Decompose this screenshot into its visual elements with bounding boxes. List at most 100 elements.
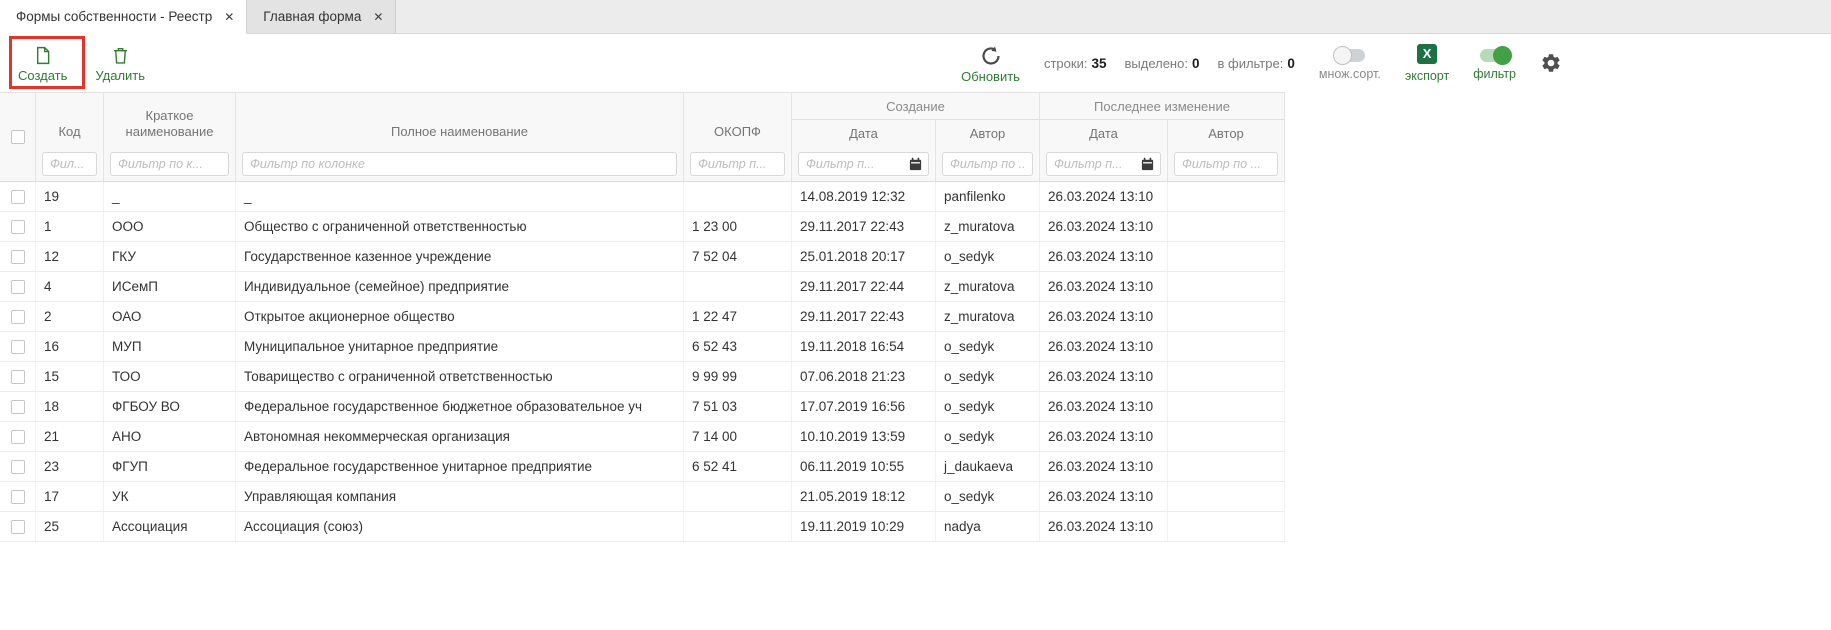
row-checkbox[interactable] bbox=[11, 400, 25, 414]
delete-button[interactable]: Удалить bbox=[95, 45, 145, 82]
table-row[interactable]: 17 УК Управляющая компания 21.05.2019 18… bbox=[0, 482, 1285, 512]
cell-modified-date: 26.03.2024 13:10 bbox=[1040, 512, 1168, 541]
cell-okopf: 6 52 41 bbox=[684, 452, 792, 481]
cell-kod: 17 bbox=[36, 482, 104, 511]
select-all-cell bbox=[0, 93, 36, 181]
column-header-short-name[interactable]: Краткое наименование bbox=[104, 93, 236, 146]
tab-label: Формы собственности - Реестр bbox=[16, 9, 212, 24]
cell-created-date: 29.11.2017 22:43 bbox=[792, 302, 936, 331]
row-checkbox[interactable] bbox=[11, 310, 25, 324]
column-header-label: Полное наименование bbox=[391, 124, 528, 140]
delete-button-label: Удалить bbox=[95, 69, 145, 82]
column-header-full-name[interactable]: Полное наименование bbox=[236, 93, 684, 146]
export-label: экспорт bbox=[1405, 70, 1449, 83]
tab-forms-registry[interactable]: Формы собственности - Реестр ✕ bbox=[0, 0, 247, 34]
filter-input-created-author[interactable] bbox=[942, 152, 1033, 176]
cell-full-name: Ассоциация (союз) bbox=[236, 512, 684, 541]
column-header-label: Краткое наименование bbox=[114, 108, 225, 141]
column-header-label: ОКОПФ bbox=[714, 124, 761, 140]
column-header-created-date[interactable]: Дата bbox=[792, 120, 936, 146]
app-window: Формы собственности - Реестр ✕ Главная ф… bbox=[0, 0, 1831, 542]
cell-modified-date: 26.03.2024 13:10 bbox=[1040, 482, 1168, 511]
tab-main-form[interactable]: Главная форма ✕ bbox=[247, 0, 396, 33]
column-header-kod[interactable]: Код bbox=[36, 93, 104, 146]
cell-modified-date: 26.03.2024 13:10 bbox=[1040, 452, 1168, 481]
cell-modified-author bbox=[1168, 392, 1285, 421]
cell-created-date: 21.05.2019 18:12 bbox=[792, 482, 936, 511]
refresh-button[interactable]: Обновить bbox=[961, 44, 1020, 83]
cell-created-date: 17.07.2019 16:56 bbox=[792, 392, 936, 421]
cell-okopf: 7 51 03 bbox=[684, 392, 792, 421]
multisort-control: множ.сорт. bbox=[1319, 46, 1381, 81]
cell-full-name: _ bbox=[236, 182, 684, 211]
filter-input-okopf[interactable] bbox=[690, 152, 785, 176]
cell-kod: 4 bbox=[36, 272, 104, 301]
cell-modified-author bbox=[1168, 182, 1285, 211]
table-row[interactable]: 2 ОАО Открытое акционерное общество 1 22… bbox=[0, 302, 1285, 332]
column-header-modified-date[interactable]: Дата bbox=[1040, 120, 1168, 146]
table-row[interactable]: 21 АНО Автономная некоммерческая организ… bbox=[0, 422, 1285, 452]
cell-kod: 19 bbox=[36, 182, 104, 211]
cell-created-date: 07.06.2018 21:23 bbox=[792, 362, 936, 391]
selected-counter-label: выделено: bbox=[1124, 56, 1187, 71]
cell-okopf bbox=[684, 272, 792, 301]
close-icon[interactable]: ✕ bbox=[373, 11, 383, 23]
row-checkbox-cell bbox=[0, 242, 36, 271]
table-row[interactable]: 25 Ассоциация Ассоциация (союз) 19.11.20… bbox=[0, 512, 1285, 542]
calendar-icon[interactable] bbox=[1140, 156, 1155, 171]
column-header-label: Код bbox=[58, 124, 80, 140]
filter-input-full-name[interactable] bbox=[242, 152, 677, 176]
tab-label: Главная форма bbox=[263, 9, 361, 24]
column-header-okopf[interactable]: ОКОПФ bbox=[684, 93, 792, 146]
row-checkbox[interactable] bbox=[11, 340, 25, 354]
column-header-label: Автор bbox=[970, 126, 1006, 141]
filter-input-kod[interactable] bbox=[42, 152, 97, 176]
calendar-icon[interactable] bbox=[908, 156, 923, 171]
filter-input-short-name[interactable] bbox=[110, 152, 229, 176]
row-checkbox[interactable] bbox=[11, 490, 25, 504]
table-row[interactable]: 12 ГКУ Государственное казенное учрежден… bbox=[0, 242, 1285, 272]
column-header-created-author[interactable]: Автор bbox=[936, 120, 1040, 146]
multisort-toggle[interactable] bbox=[1335, 49, 1365, 62]
row-checkbox[interactable] bbox=[11, 460, 25, 474]
cell-full-name: Федеральное государственное унитарное пр… bbox=[236, 452, 684, 481]
cell-modified-author bbox=[1168, 332, 1285, 361]
filter-toggle[interactable] bbox=[1480, 49, 1510, 62]
table-row[interactable]: 4 ИСемП Индивидуальное (семейное) предпр… bbox=[0, 272, 1285, 302]
row-checkbox[interactable] bbox=[11, 190, 25, 204]
table-row[interactable]: 15 ТОО Товарищество с ограниченной ответ… bbox=[0, 362, 1285, 392]
row-checkbox[interactable] bbox=[11, 250, 25, 264]
table-row[interactable]: 18 ФГБОУ ВО Федеральное государственное … bbox=[0, 392, 1285, 422]
filter-cell bbox=[684, 146, 792, 181]
select-all-checkbox[interactable] bbox=[11, 130, 25, 144]
row-checkbox[interactable] bbox=[11, 520, 25, 534]
create-button[interactable]: Создать bbox=[18, 45, 67, 82]
filter-cell bbox=[792, 146, 936, 181]
table-row[interactable]: 23 ФГУП Федеральное государственное унит… bbox=[0, 452, 1285, 482]
row-checkbox[interactable] bbox=[11, 220, 25, 234]
cell-full-name: Товарищество с ограниченной ответственно… bbox=[236, 362, 684, 391]
toggle-knob bbox=[1493, 46, 1512, 65]
filter-input-modified-author[interactable] bbox=[1174, 152, 1278, 176]
row-checkbox[interactable] bbox=[11, 280, 25, 294]
table-row[interactable]: 16 МУП Муниципальное унитарное предприят… bbox=[0, 332, 1285, 362]
toggle-knob bbox=[1333, 46, 1352, 65]
filter-cell bbox=[104, 146, 236, 181]
excel-icon: X bbox=[1417, 44, 1437, 64]
filter-cell bbox=[36, 146, 104, 181]
export-control[interactable]: X экспорт bbox=[1405, 44, 1449, 83]
row-checkbox[interactable] bbox=[11, 430, 25, 444]
close-icon[interactable]: ✕ bbox=[224, 11, 234, 23]
cell-created-author: o_sedyk bbox=[936, 332, 1040, 361]
column-header-modified-author[interactable]: Автор bbox=[1168, 120, 1285, 146]
settings-button[interactable] bbox=[1540, 52, 1562, 74]
table-row[interactable]: 1 ООО Общество с ограниченной ответствен… bbox=[0, 212, 1285, 242]
cell-short-name: АНО bbox=[104, 422, 236, 451]
row-checkbox[interactable] bbox=[11, 370, 25, 384]
cell-okopf: 7 52 04 bbox=[684, 242, 792, 271]
cell-created-date: 14.08.2019 12:32 bbox=[792, 182, 936, 211]
cell-full-name: Государственное казенное учреждение bbox=[236, 242, 684, 271]
cell-created-author: nadya bbox=[936, 512, 1040, 541]
row-checkbox-cell bbox=[0, 362, 36, 391]
table-row[interactable]: 19 _ _ 14.08.2019 12:32 panfilenko 26.03… bbox=[0, 182, 1285, 212]
